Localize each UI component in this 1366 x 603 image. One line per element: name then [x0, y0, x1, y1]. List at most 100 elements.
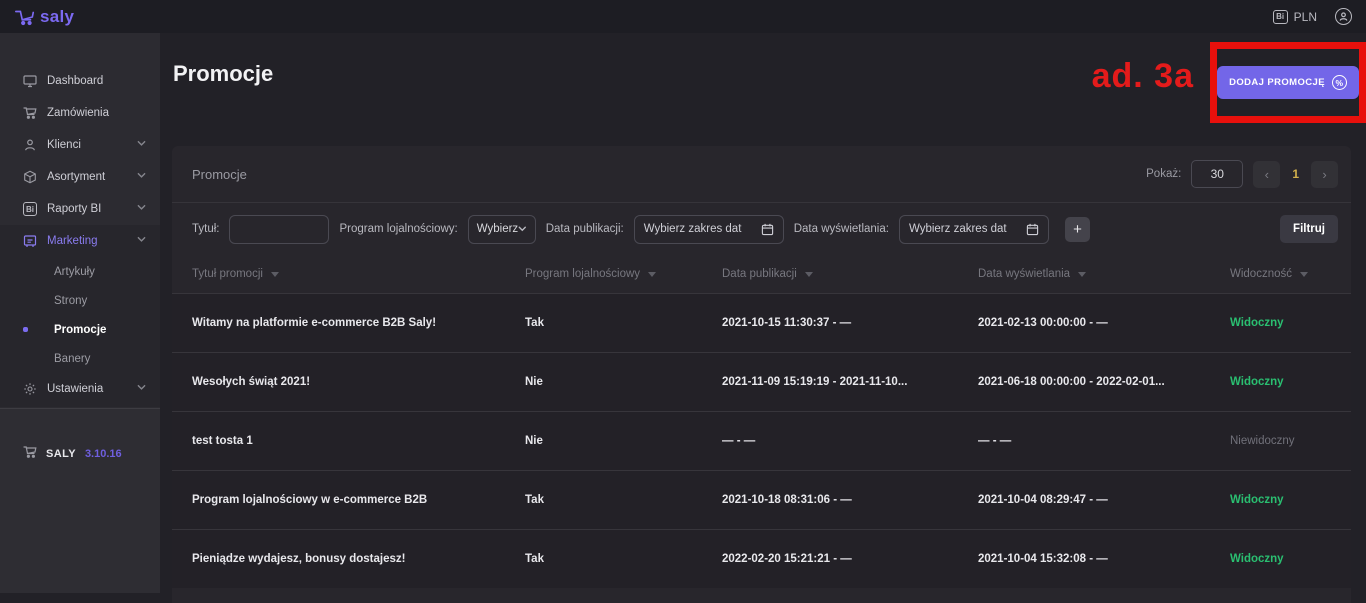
sort-arrow-icon — [805, 272, 813, 277]
sidebar-subitem-promocje[interactable]: Promocje — [0, 315, 160, 344]
table-row[interactable]: Wesołych świąt 2021! Nie 2021-11-09 15:1… — [172, 352, 1351, 411]
main-content: Promocje ad. 3a DODAJ PROMOCJĘ % Promocj… — [160, 33, 1366, 593]
currency-selector[interactable]: Bi PLN — [1273, 10, 1317, 24]
app-logo[interactable]: saly — [14, 7, 74, 27]
sidebar-item-ustawienia[interactable]: Ustawienia — [0, 373, 160, 405]
marketing-section: Marketing Artykuły Strony Promocje Baner… — [0, 225, 160, 407]
active-item-dot — [23, 327, 28, 332]
visibility-status: Widoczny — [1230, 376, 1351, 388]
sidebar-item-label: Marketing — [47, 235, 98, 247]
sidebar-item-dashboard[interactable]: Dashboard — [0, 65, 160, 97]
chevron-down-icon — [137, 171, 146, 183]
visibility-status: Widoczny — [1230, 317, 1351, 329]
column-header-display-date[interactable]: Data wyświetlania — [978, 268, 1230, 280]
publish-date-filter-label: Data publikacji: — [546, 223, 624, 235]
user-menu-button[interactable] — [1335, 8, 1352, 25]
sidebar-item-label: Ustawienia — [47, 383, 103, 395]
add-filter-button[interactable]: + — [1065, 217, 1090, 242]
bi-report-icon: Bi — [23, 202, 37, 216]
column-header-title[interactable]: Tytuł promocji — [192, 268, 525, 280]
sort-arrow-icon — [271, 272, 279, 277]
person-icon — [23, 138, 37, 152]
loyalty-filter-label: Program lojalnościowy: — [339, 223, 457, 235]
sidebar-item-label: Dashboard — [47, 75, 103, 87]
sidebar-item-klienci[interactable]: Klienci — [0, 129, 160, 161]
add-promotion-button[interactable]: DODAJ PROMOCJĘ % — [1217, 66, 1359, 99]
sidebar-item-zamowienia[interactable]: Zamówienia — [0, 97, 160, 129]
app-version: 3.10.16 — [85, 448, 122, 460]
annotation-highlight-frame: DODAJ PROMOCJĘ % — [1210, 42, 1366, 123]
promotion-title: Witamy na platformie e-commerce B2B Saly… — [192, 317, 525, 329]
chevron-down-icon — [137, 139, 146, 151]
loyalty-select-value: Wybierz — [477, 223, 518, 235]
percent-circle-icon: % — [1332, 75, 1347, 90]
sidebar-subitem-label: Promocje — [54, 324, 106, 336]
filter-bar: Tytuł: Program lojalnościowy: Wybierz Da… — [172, 203, 1351, 255]
sidebar-item-raporty-bi[interactable]: Bi Raporty BI — [0, 193, 160, 225]
display-date-filter-label: Data wyświetlania: — [794, 223, 889, 235]
page-size-input[interactable] — [1191, 160, 1243, 188]
sidebar-item-label: Raporty BI — [47, 203, 101, 215]
publish-date-range-picker[interactable]: Wybierz zakres dat — [634, 215, 784, 244]
next-page-button[interactable]: › — [1311, 161, 1338, 188]
column-header-loyalty[interactable]: Program lojalnościowy — [525, 268, 722, 280]
gear-icon — [23, 382, 37, 396]
publish-date-value: — - — — [722, 435, 978, 447]
title-filter-input[interactable] — [229, 215, 329, 244]
sidebar-item-label: Klienci — [47, 139, 81, 151]
display-date-value: 2021-10-04 15:32:08 - — — [978, 553, 1230, 565]
publish-date-placeholder: Wybierz zakres dat — [644, 223, 742, 235]
promotion-title: Wesołych świąt 2021! — [192, 376, 525, 388]
visibility-status: Widoczny — [1230, 553, 1351, 565]
column-header-publish-date[interactable]: Data publikacji — [722, 268, 978, 280]
chevron-down-icon — [137, 235, 146, 247]
calendar-icon — [761, 223, 774, 236]
sidebar-subitem-label: Banery — [54, 353, 90, 365]
display-date-value: — - — — [978, 435, 1230, 447]
page-title: Promocje — [173, 61, 273, 87]
sidebar-subitem-artykuly[interactable]: Artykuły — [0, 257, 160, 286]
sidebar-subitem-label: Artykuły — [54, 266, 95, 278]
sidebar-item-asortyment[interactable]: Asortyment — [0, 161, 160, 193]
table-row[interactable]: test tosta 1 Nie — - — — - — Niewidoczny — [172, 411, 1351, 470]
cart-icon — [23, 445, 37, 462]
loyalty-value: Tak — [525, 494, 722, 506]
display-date-value: 2021-10-04 08:29:47 - — — [978, 494, 1230, 506]
loyalty-filter-select[interactable]: Wybierz — [468, 215, 536, 244]
pagination: Pokaż: ‹ 1 › — [1146, 160, 1338, 188]
loyalty-value: Nie — [525, 435, 722, 447]
chevron-down-icon — [518, 224, 527, 234]
sidebar-subitem-strony[interactable]: Strony — [0, 286, 160, 315]
sidebar-item-marketing[interactable]: Marketing — [0, 225, 160, 257]
table-row[interactable]: Program lojalnościowy w e-commerce B2B T… — [172, 470, 1351, 529]
filter-submit-button[interactable]: Filtruj — [1280, 215, 1338, 243]
promotion-title: test tosta 1 — [192, 435, 525, 447]
publish-date-value: 2021-10-18 08:31:06 - — — [722, 494, 978, 506]
current-page-number: 1 — [1290, 167, 1301, 181]
loyalty-value: Tak — [525, 553, 722, 565]
prev-page-button[interactable]: ‹ — [1253, 161, 1280, 188]
chevron-down-icon — [137, 203, 146, 215]
topbar-actions: Bi PLN — [1273, 8, 1352, 25]
publish-date-value: 2021-10-15 11:30:37 - — — [722, 317, 978, 329]
loyalty-value: Nie — [525, 376, 722, 388]
chevron-down-icon — [137, 383, 146, 395]
column-header-visibility[interactable]: Widoczność — [1230, 268, 1351, 280]
add-promotion-label: DODAJ PROMOCJĘ — [1229, 77, 1325, 88]
sort-arrow-icon — [1078, 272, 1086, 277]
display-date-range-picker[interactable]: Wybierz zakres dat — [899, 215, 1049, 244]
package-icon — [23, 170, 37, 184]
promotion-title: Program lojalnościowy w e-commerce B2B — [192, 494, 525, 506]
table-row[interactable]: Pieniądze wydajesz, bonusy dostajesz! Ta… — [172, 529, 1351, 588]
cart-icon — [23, 106, 37, 120]
publish-date-value: 2021-11-09 15:19:19 - 2021-11-10... — [722, 376, 978, 388]
publish-date-value: 2022-02-20 15:21:21 - — — [722, 553, 978, 565]
calendar-icon — [1026, 223, 1039, 236]
visibility-status: Niewidoczny — [1230, 435, 1351, 447]
user-icon — [1338, 11, 1349, 22]
table-row[interactable]: Witamy na platformie e-commerce B2B Saly… — [172, 293, 1351, 352]
sidebar-item-label: Zamówienia — [47, 107, 109, 119]
panel-title: Promocje — [192, 167, 247, 182]
table-header-row: Tytuł promocji Program lojalnościowy Dat… — [172, 255, 1351, 293]
sidebar-subitem-banery[interactable]: Banery — [0, 344, 160, 373]
